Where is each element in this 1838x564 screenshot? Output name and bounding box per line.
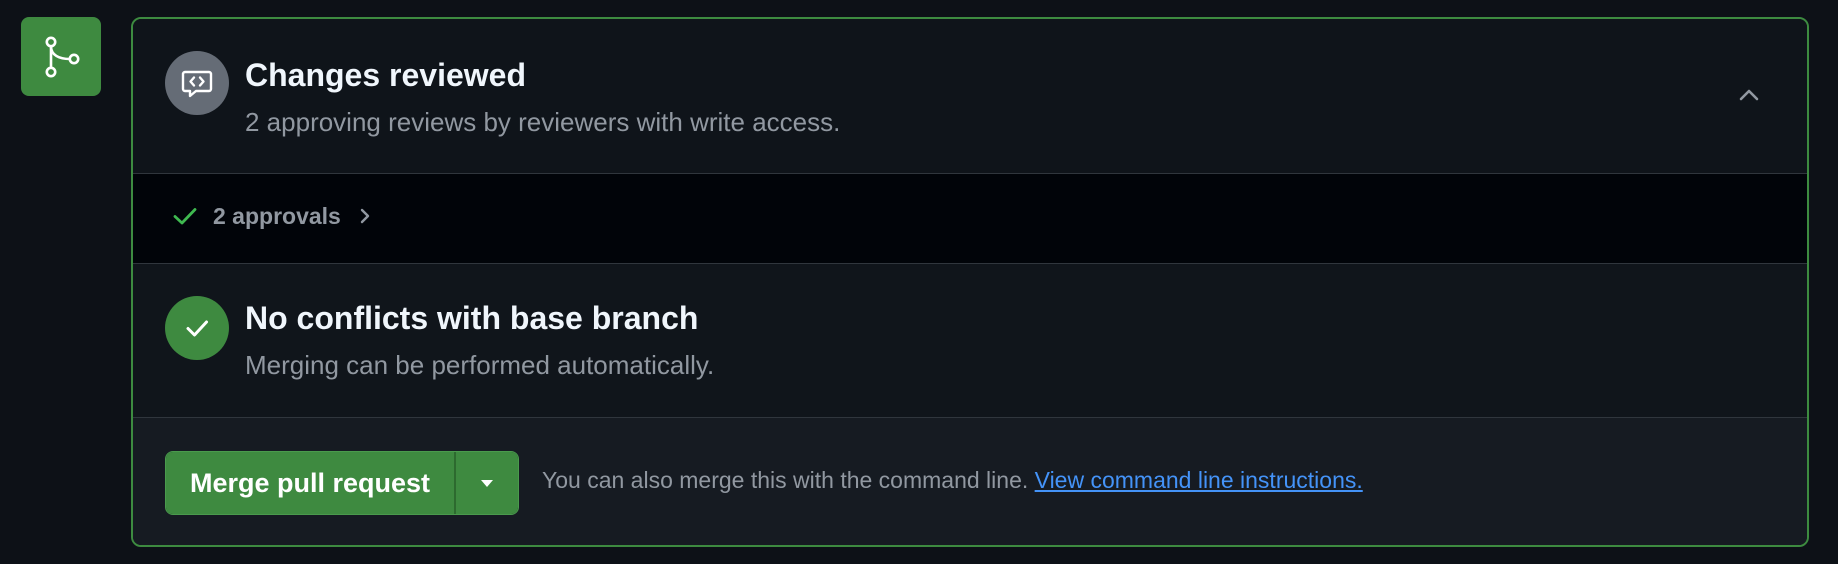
merge-button-group: Merge pull request (165, 451, 520, 515)
merge-pull-request-button[interactable]: Merge pull request (166, 452, 457, 514)
approvals-label: 2 approvals (213, 202, 341, 229)
command-line-instructions-link[interactable]: View command line instructions. (1035, 467, 1363, 493)
approvals-toggle[interactable]: 2 approvals (171, 202, 375, 230)
code-review-icon (165, 51, 229, 115)
check-icon (173, 208, 197, 225)
git-merge-icon (45, 36, 80, 77)
conflicts-subtitle: Merging can be performed automatically. (245, 350, 715, 380)
conflicts-title: No conflicts with base branch (245, 300, 699, 336)
merge-hint: You can also merge this with the command… (542, 467, 1363, 494)
merge-hint-text: You can also merge this with the command… (542, 467, 1029, 493)
merge-section: Merge pull request You can also merge th… (133, 418, 1807, 545)
git-merge-badge (21, 17, 101, 96)
approvals-section: 2 approvals (133, 174, 1807, 264)
triangle-down-icon (481, 480, 494, 487)
check-circle-icon (165, 296, 229, 360)
merge-box: Changes reviewed 2 approving reviews by … (131, 17, 1809, 547)
chevron-up-icon (1739, 89, 1759, 101)
collapse-button[interactable] (1731, 77, 1767, 113)
conflicts-section: No conflicts with base branch Merging ca… (133, 264, 1807, 418)
reviews-section: Changes reviewed 2 approving reviews by … (133, 19, 1807, 174)
reviews-title: Changes reviewed (245, 57, 526, 93)
merge-options-dropdown[interactable] (456, 452, 519, 514)
chevron-right-icon (360, 208, 370, 224)
reviews-subtitle: 2 approving reviews by reviewers with wr… (245, 107, 841, 137)
